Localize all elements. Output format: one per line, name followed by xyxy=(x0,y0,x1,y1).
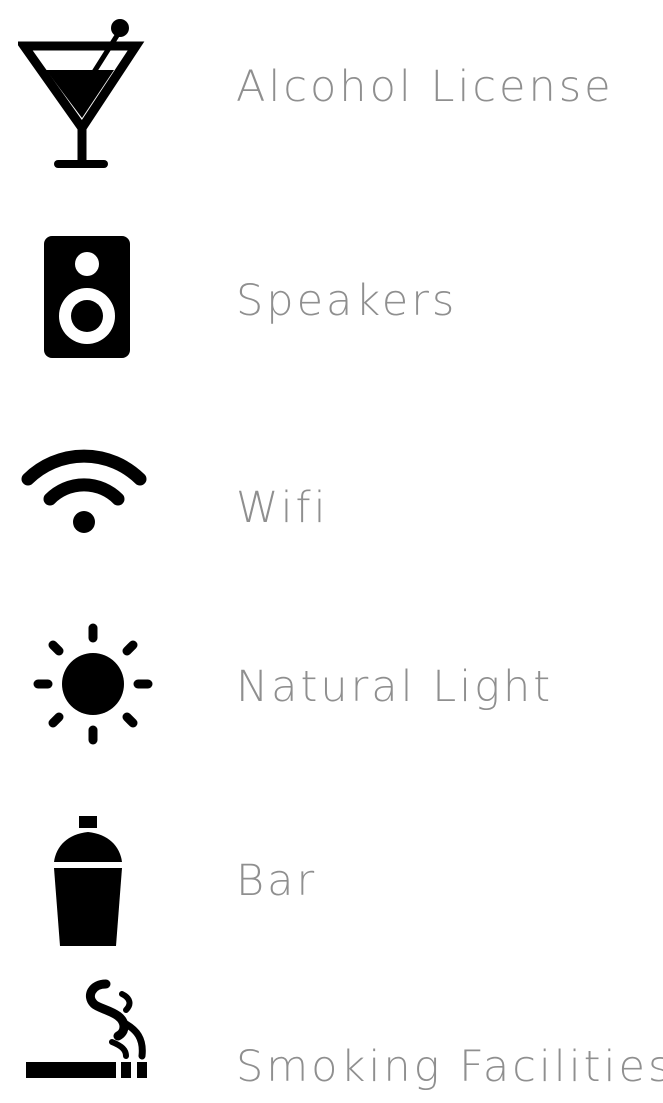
amenity-label: Bar xyxy=(236,856,318,906)
wifi-icon xyxy=(21,449,147,533)
amenity-label: Wifi xyxy=(236,483,329,533)
amenity-speakers: Speakers xyxy=(0,220,663,380)
amenity-label: Natural Light xyxy=(236,662,554,712)
amenity-label: Alcohol License xyxy=(236,62,614,112)
speaker-icon xyxy=(44,236,130,358)
amenity-label: Speakers xyxy=(236,276,458,326)
amenity-smoking-facilities: Smoking Facilities xyxy=(0,968,663,1103)
sun-icon xyxy=(33,623,153,745)
cocktail-icon xyxy=(18,19,145,168)
amenity-label: Smoking Facilities xyxy=(236,1042,663,1092)
shaker-icon xyxy=(54,816,122,946)
amenity-wifi: Wifi xyxy=(0,425,663,555)
amenity-bar: Bar xyxy=(0,808,663,958)
amenity-natural-light: Natural Light xyxy=(0,618,663,758)
smoking-icon xyxy=(26,979,147,1078)
amenity-alcohol-license: Alcohol License xyxy=(0,0,663,180)
